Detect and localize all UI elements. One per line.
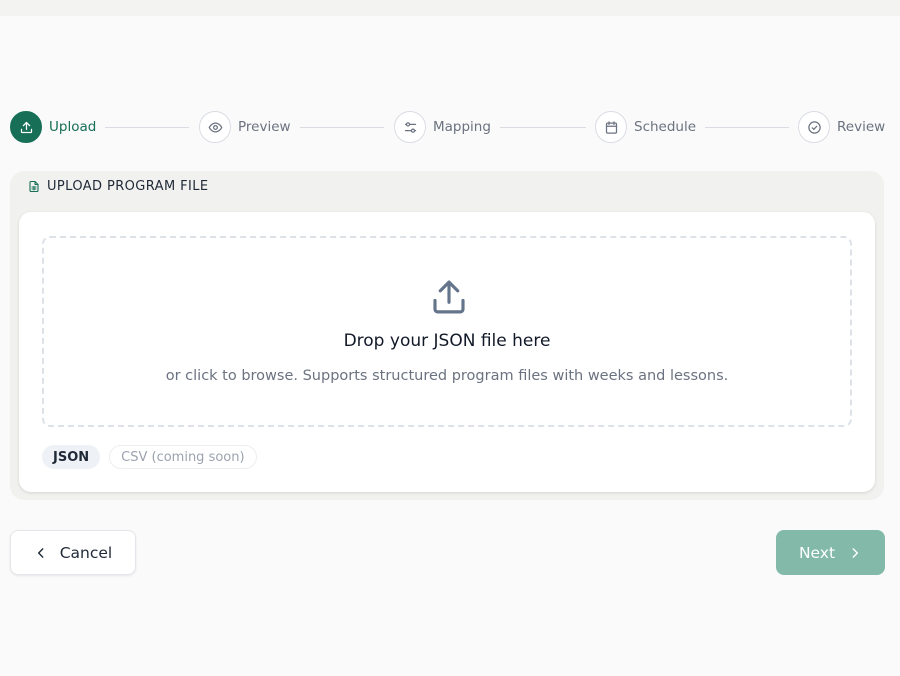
step-label: Preview [238, 119, 291, 135]
dropzone-title: Drop your JSON file here [343, 331, 551, 351]
file-dropzone[interactable]: Drop your JSON file here or click to bro… [42, 236, 852, 427]
step-connector [105, 127, 189, 128]
cancel-button[interactable]: Cancel [10, 530, 136, 575]
upload-panel: UPLOAD PROGRAM FILE Drop your JSON file … [10, 171, 884, 500]
step-label: Review [837, 119, 886, 135]
top-bar [0, 0, 900, 16]
step-label: Schedule [634, 119, 697, 135]
next-button[interactable]: Next [776, 530, 885, 575]
format-chips: JSON CSV (coming soon) [42, 445, 266, 469]
step-connector [300, 127, 384, 128]
upload-icon [433, 280, 465, 314]
step-label: Mapping [433, 119, 491, 135]
step-connector [705, 127, 789, 128]
format-chip-json[interactable]: JSON [42, 445, 101, 469]
chevron-right-icon [848, 546, 862, 560]
cancel-label: Cancel [59, 543, 113, 562]
calendar-icon [605, 120, 617, 134]
check-circle-icon [807, 120, 821, 134]
file-spreadsheet-icon [29, 180, 39, 192]
step-preview[interactable]: Preview [199, 110, 291, 144]
step-connector [500, 127, 586, 128]
step-review[interactable]: Review [798, 110, 885, 144]
sliders-icon [404, 121, 416, 133]
chevron-left-icon [34, 546, 48, 560]
panel-title: UPLOAD PROGRAM FILE [47, 178, 209, 194]
step-schedule[interactable]: Schedule [595, 110, 696, 144]
step-label: Upload [49, 119, 97, 135]
upload-icon [20, 121, 32, 133]
eye-icon [208, 122, 222, 132]
panel-header: UPLOAD PROGRAM FILE [28, 177, 208, 195]
stepper: Upload Preview Mapping Schedule Review [10, 110, 886, 144]
step-upload[interactable]: Upload [10, 110, 96, 144]
upload-card: Drop your JSON file here or click to bro… [19, 212, 875, 492]
dropzone-subtitle: or click to browse. Supports structured … [165, 368, 729, 384]
next-label: Next [798, 543, 836, 562]
step-mapping[interactable]: Mapping [394, 110, 491, 144]
format-chip-csv: CSV (coming soon) [109, 445, 257, 469]
